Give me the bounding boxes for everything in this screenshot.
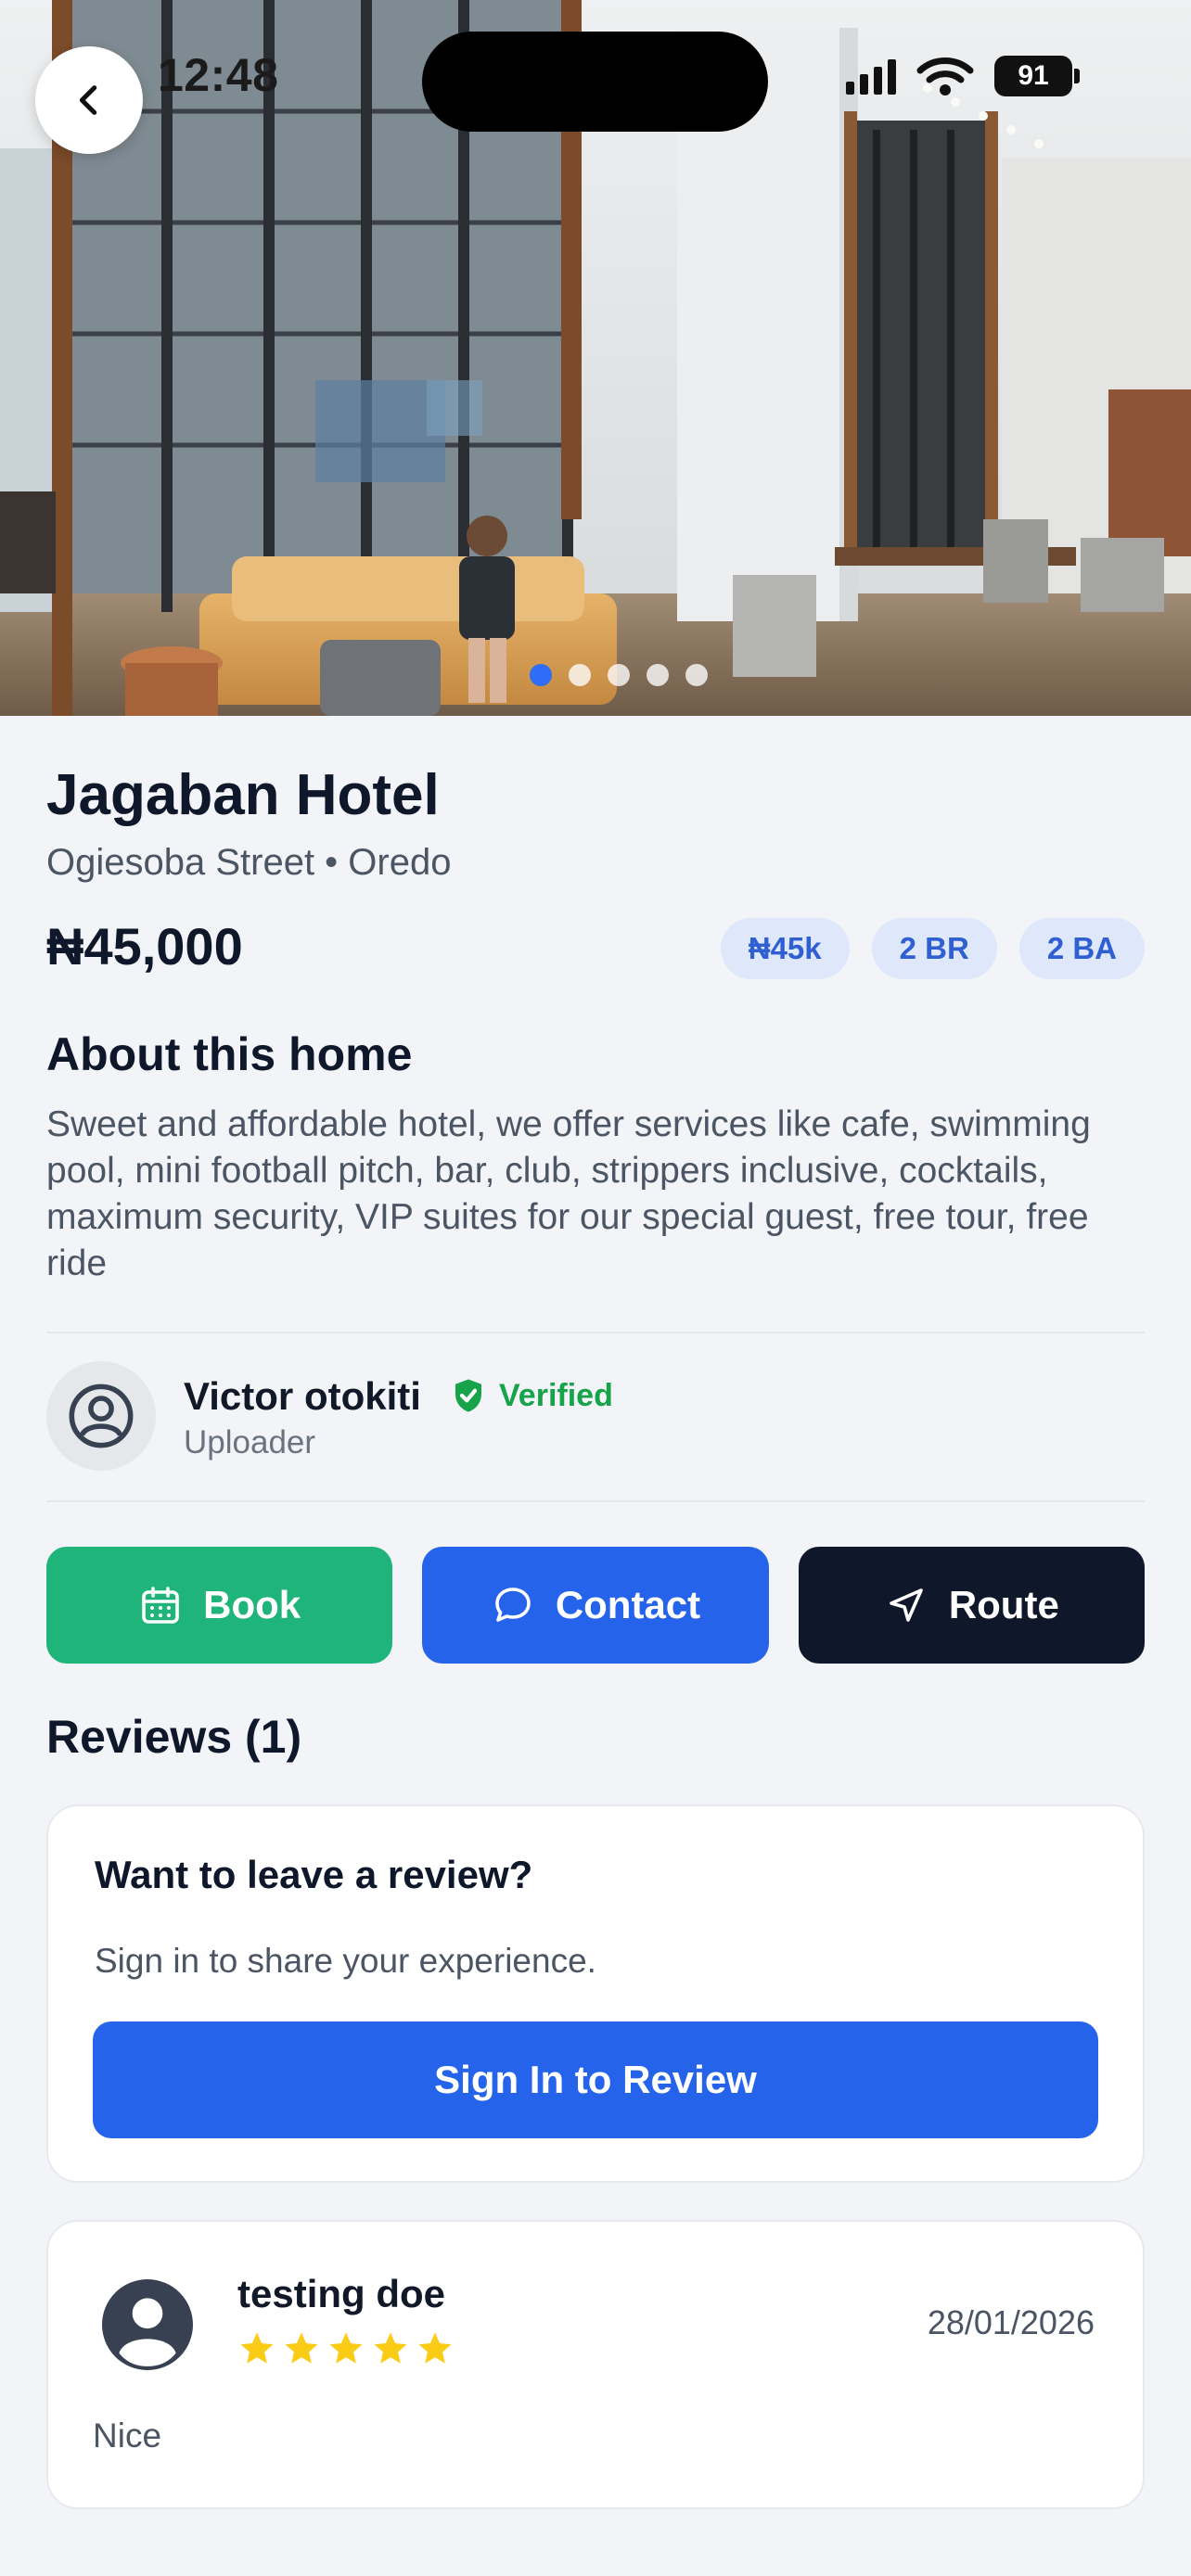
- status-icons: 91: [846, 56, 1080, 96]
- status-time: 12:48: [158, 49, 279, 101]
- contact-label: Contact: [555, 1583, 701, 1626]
- carousel-dot[interactable]: [647, 664, 669, 686]
- listing-location: Ogiesoba Street • Oredo: [46, 842, 452, 883]
- shield-check-icon: [455, 1379, 481, 1412]
- bedrooms-chip: 2 BR: [871, 918, 997, 979]
- dynamic-island: [422, 32, 768, 132]
- battery-icon: 91: [994, 56, 1080, 96]
- listing-price: ₦45,000: [46, 917, 243, 976]
- about-heading: About this home: [46, 1028, 413, 1080]
- star-icon: [240, 2332, 274, 2364]
- sign-in-to-review-button[interactable]: Sign In to Review: [93, 2021, 1098, 2138]
- review-date: 28/01/2026: [927, 2303, 1095, 2341]
- divider: [46, 1332, 1145, 1333]
- star-icon: [285, 2332, 318, 2364]
- carousel-dot[interactable]: [530, 664, 552, 686]
- uploader-name[interactable]: Victor otokiti: [184, 1374, 421, 1419]
- uploader-avatar[interactable]: [46, 1361, 156, 1471]
- wifi-icon: [916, 57, 974, 96]
- reviewer-name: testing doe: [237, 2272, 446, 2315]
- book-button[interactable]: Book: [46, 1547, 393, 1664]
- user-avatar-icon: [102, 2279, 193, 2370]
- route-button[interactable]: Route: [798, 1547, 1145, 1664]
- back-button[interactable]: [35, 46, 143, 154]
- star-icon: [374, 2332, 407, 2364]
- divider: [46, 1500, 1145, 1502]
- price-chip: ₦45k: [720, 918, 850, 979]
- carousel-dot[interactable]: [685, 664, 708, 686]
- navigation-arrow-icon: [890, 1588, 923, 1622]
- listing-chips: ₦45k 2 BR 2 BA: [720, 918, 1145, 979]
- cellular-signal-icon: [846, 57, 896, 95]
- contact-button[interactable]: Contact: [422, 1547, 769, 1664]
- review-prompt-card: Want to leave a review? Sign in to share…: [46, 1804, 1145, 2183]
- carousel-dot[interactable]: [608, 664, 630, 686]
- carousel-dots[interactable]: [0, 664, 1191, 692]
- hero-image[interactable]: 12:48 91: [0, 0, 1191, 716]
- review-prompt-text: Sign in to share your experience.: [95, 1942, 596, 1980]
- review-text: Nice: [93, 2417, 162, 2455]
- verified-label: Verified: [499, 1377, 613, 1413]
- chat-bubble-icon: [495, 1588, 531, 1622]
- route-label: Route: [948, 1583, 1059, 1626]
- star-rating: [237, 2329, 455, 2368]
- review-prompt-title: Want to leave a review?: [95, 1853, 533, 1896]
- user-circle-icon: [69, 1384, 134, 1448]
- chevron-left-icon: [79, 85, 97, 115]
- book-label: Book: [203, 1583, 301, 1626]
- about-description: Sweet and affordable hotel, we offer ser…: [46, 1104, 1091, 1283]
- bathrooms-chip: 2 BA: [1018, 918, 1145, 979]
- calendar-icon: [142, 1587, 179, 1624]
- review-card: testing doe 28/01/2026 Nice: [46, 2220, 1145, 2509]
- action-buttons: Book Contact Route: [46, 1547, 1145, 1664]
- uploader-role: Uploader: [184, 1424, 316, 1460]
- star-icon: [329, 2332, 363, 2364]
- star-icon: [418, 2332, 452, 2364]
- carousel-dot[interactable]: [569, 664, 591, 686]
- verified-badge: Verified: [449, 1376, 613, 1415]
- reviews-heading: Reviews (1): [46, 1711, 302, 1763]
- status-bar: 12:48 91: [0, 0, 1191, 158]
- listing-title: Jagaban Hotel: [46, 763, 440, 827]
